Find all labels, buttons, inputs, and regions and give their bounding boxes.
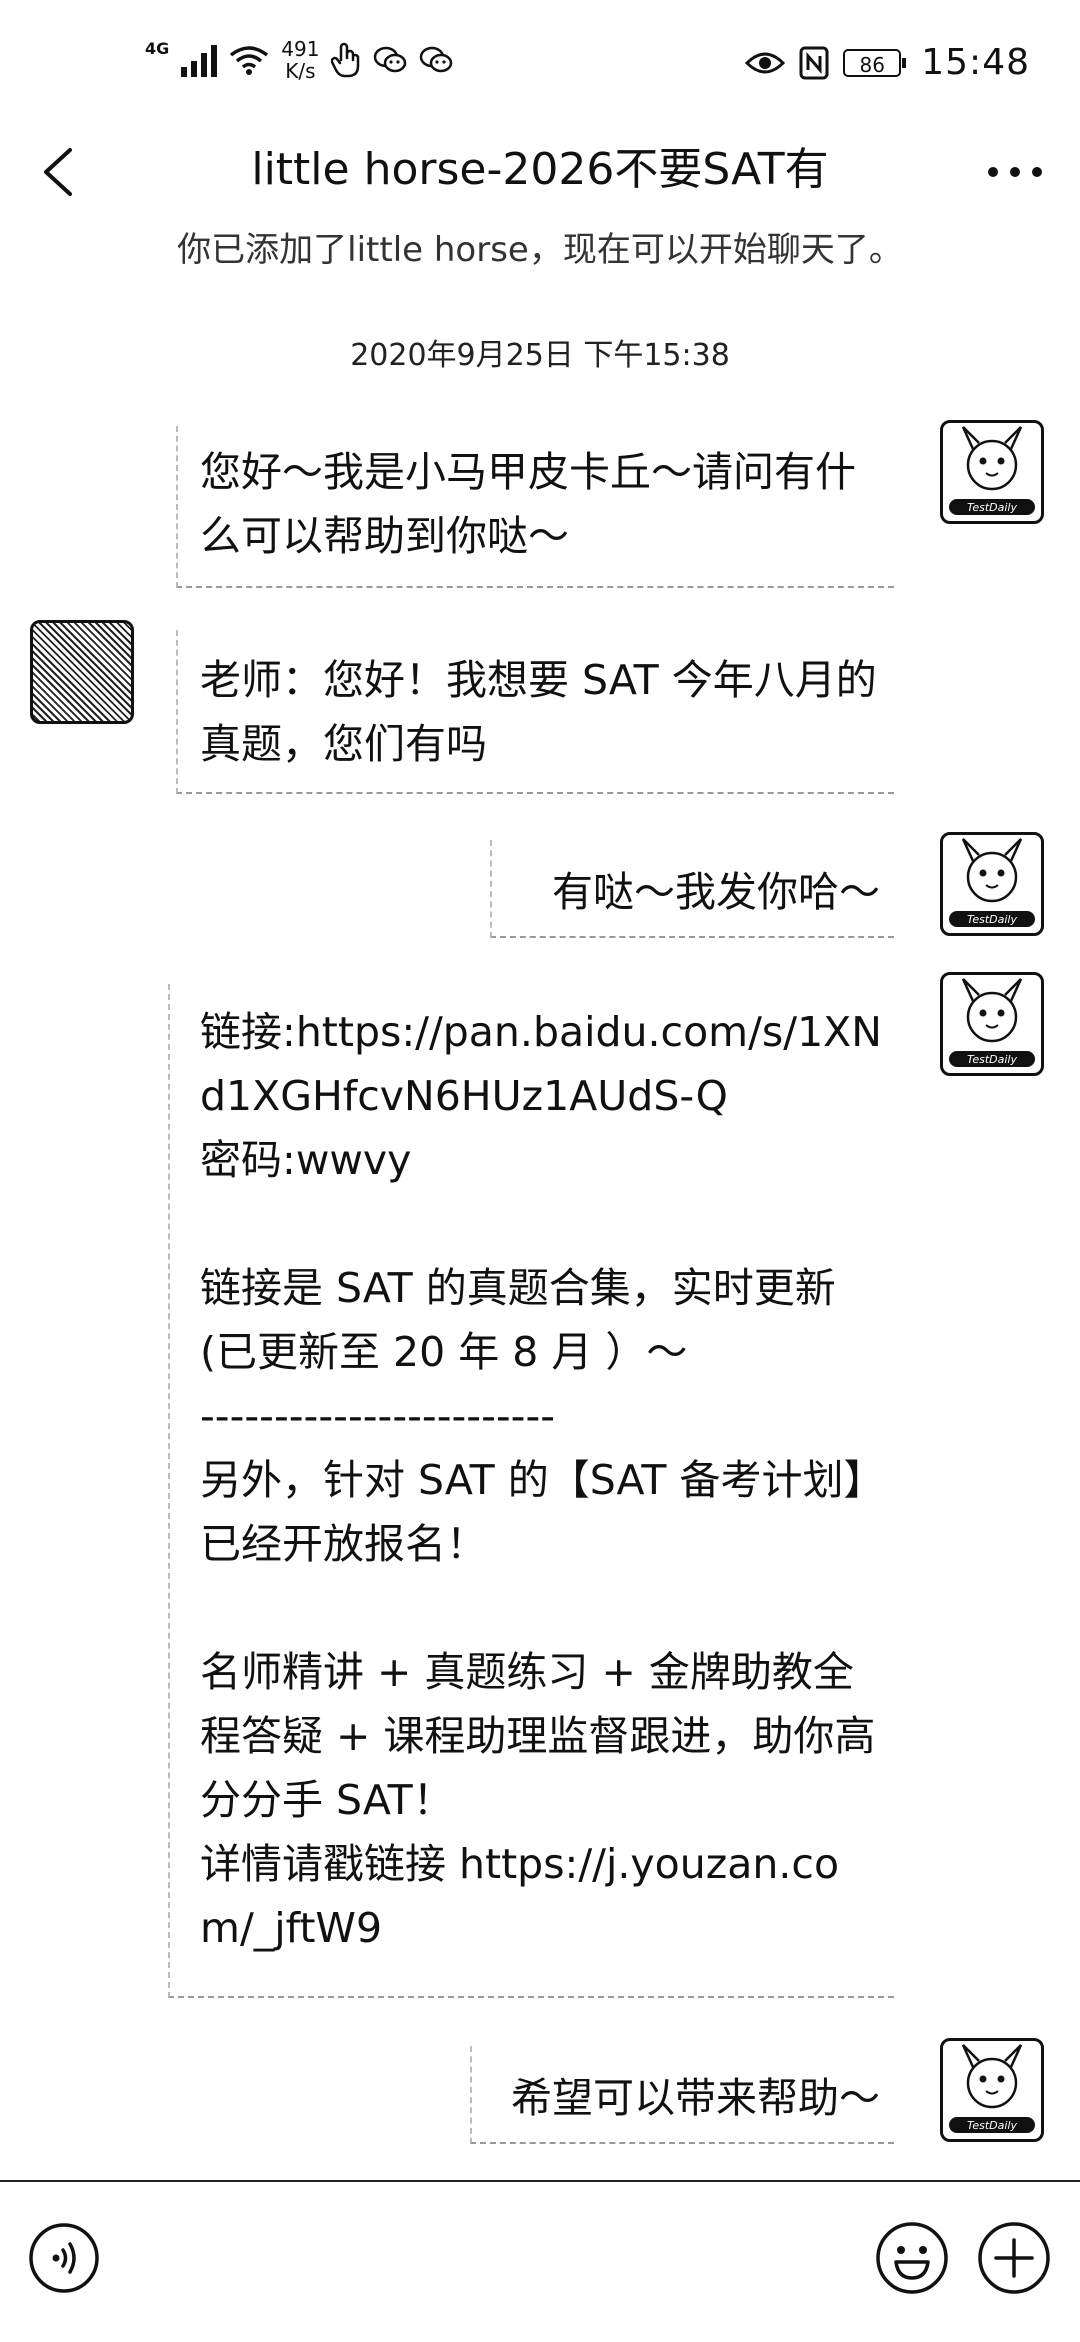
chat-title: little horse-2026不要SAT有 (251, 144, 829, 195)
chat-app-icon (373, 45, 407, 75)
avatar-badge-text: TestDaily (967, 2119, 1017, 2132)
battery-icon: 86 (843, 48, 907, 77)
message-text[interactable]: 链接:https://pan.baidu.com/s/1XNd1XGHfcvN6… (200, 1000, 890, 1960)
more-options-icon[interactable] (980, 142, 1050, 202)
message-list[interactable]: 你已添加了little horse，现在可以开始聊天了。 2020年9月25日 … (0, 220, 1080, 2180)
hand-icon (331, 42, 361, 78)
nfc-icon (799, 46, 829, 80)
status-bar: 4G 491 K/s 86 15:48 (0, 0, 1080, 120)
network-type: 4G (145, 38, 170, 58)
chat-app-icon (419, 45, 453, 75)
message-text[interactable]: 您好～我是小马甲皮卡丘～请问有什么可以帮助到你哒～ (200, 440, 890, 568)
eye-icon (745, 49, 786, 77)
plus-icon[interactable] (976, 2220, 1052, 2296)
speed-value: 491 (281, 37, 320, 61)
avatar-badge-text: TestDaily (967, 501, 1017, 514)
network-speed: 491 K/s (281, 38, 319, 82)
chat-header: little horse-2026不要SAT有 (0, 120, 1080, 230)
signal-icon (181, 43, 218, 77)
avatar-badge-text: TestDaily (967, 1053, 1017, 1066)
status-right: 86 15:48 (745, 42, 1030, 83)
system-notice: 你已添加了little horse，现在可以开始聊天了。 (177, 230, 903, 270)
clock: 15:48 (921, 42, 1030, 83)
message-text[interactable]: 有哒～我发你哈～ (500, 860, 880, 924)
input-bar (0, 2180, 1080, 2342)
contact-avatar[interactable]: TestDaily (940, 972, 1044, 1076)
voice-icon[interactable] (28, 2222, 100, 2294)
message-text[interactable]: 老师：您好！我想要 SAT 今年八月的真题，您们有吗 (200, 648, 890, 776)
back-arrow-icon[interactable] (30, 142, 90, 202)
contact-avatar[interactable]: TestDaily (940, 2038, 1044, 2142)
my-avatar[interactable] (30, 620, 134, 724)
message-text[interactable]: 希望可以带来帮助～ (440, 2066, 880, 2130)
contact-avatar[interactable]: TestDaily (940, 832, 1044, 936)
avatar-badge-text: TestDaily (967, 913, 1017, 926)
contact-avatar[interactable]: TestDaily (940, 420, 1044, 524)
message-timestamp: 2020年9月25日 下午15:38 (350, 338, 730, 373)
wifi-icon (229, 44, 269, 76)
status-left: 4G 491 K/s (145, 38, 453, 82)
speed-unit: K/s (285, 59, 316, 83)
emoji-icon[interactable] (874, 2220, 950, 2296)
